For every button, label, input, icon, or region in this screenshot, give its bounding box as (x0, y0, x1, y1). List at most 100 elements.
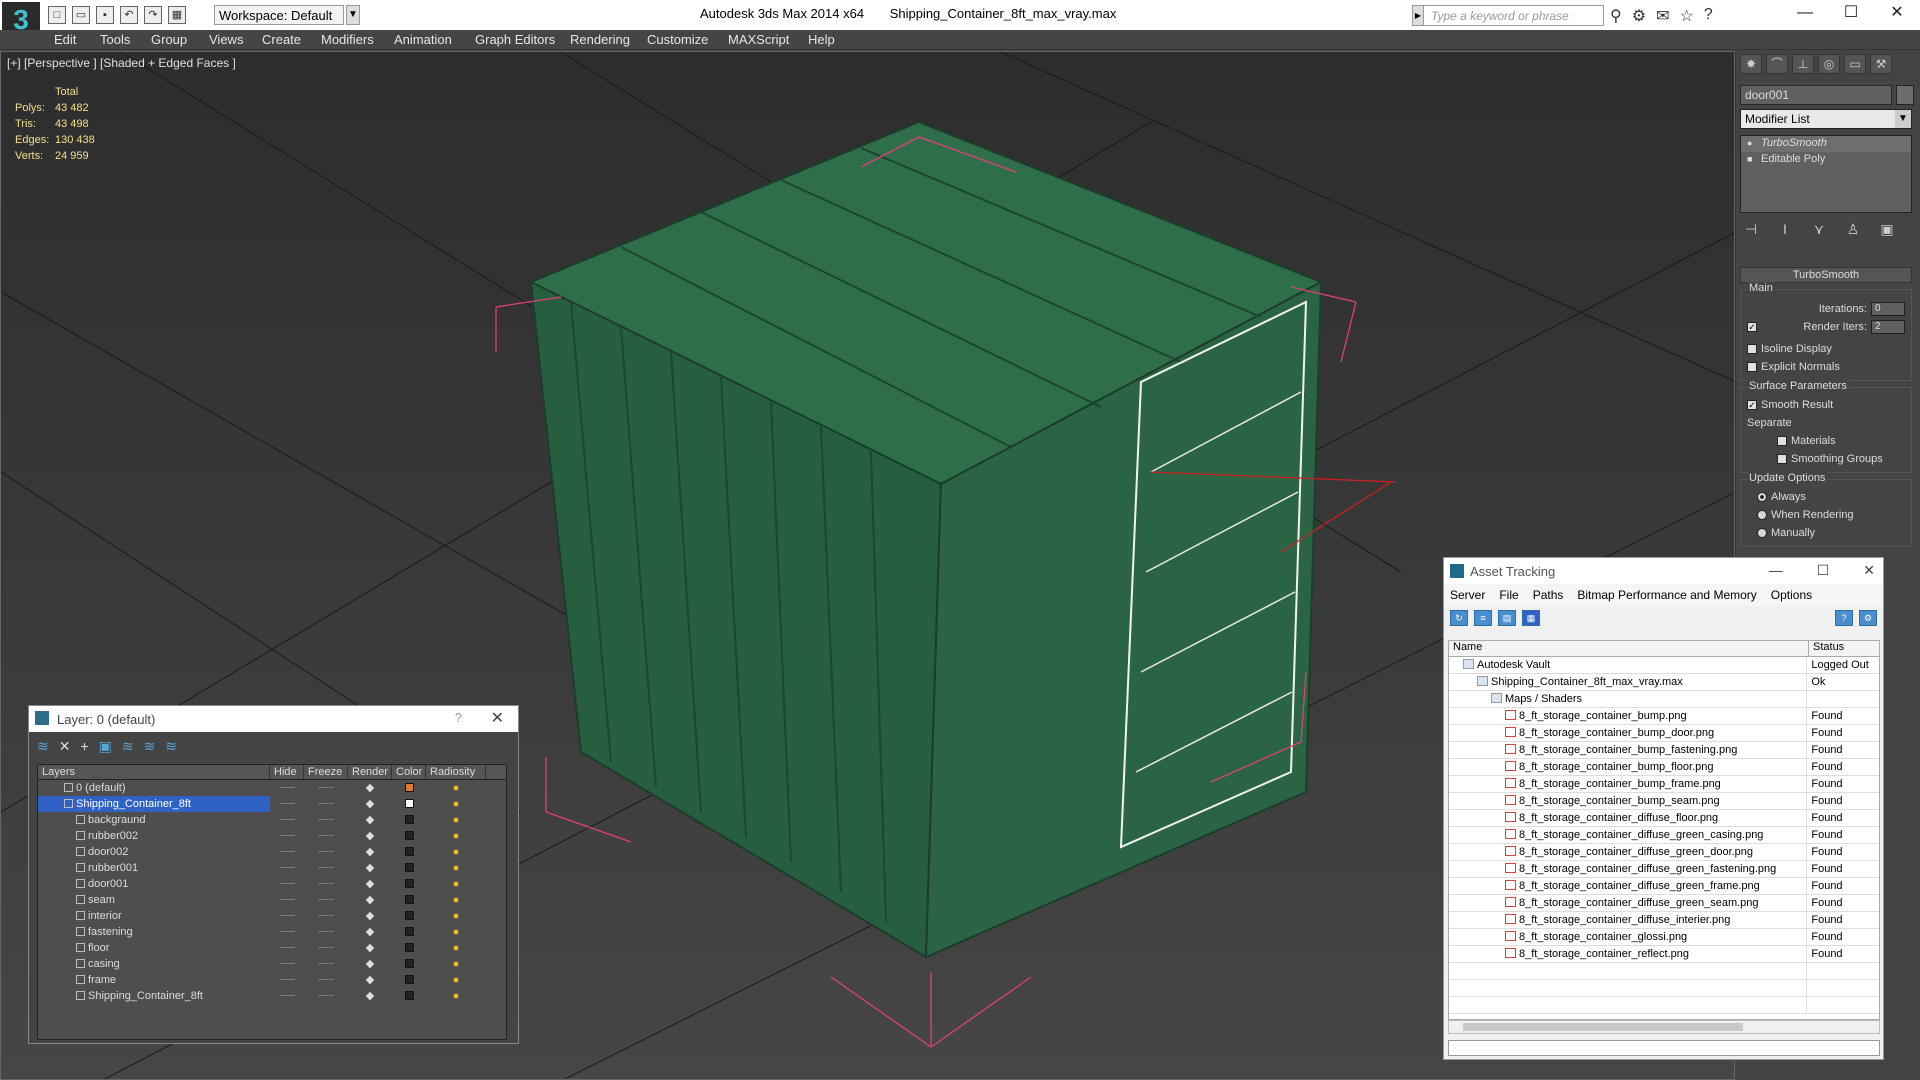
layer-color-swatch[interactable] (392, 908, 426, 924)
freeze-toggle[interactable]: ── (304, 908, 348, 924)
menu-animation[interactable]: Animation (394, 32, 452, 47)
layer-row[interactable]: fastening ── ── ◆ ● (38, 924, 506, 940)
save-file-icon[interactable]: ▪ (96, 6, 114, 24)
workspace-dropdown[interactable]: Workspace: Default (214, 5, 344, 25)
menu-edit[interactable]: Edit (54, 32, 76, 47)
layer-row[interactable]: frame ── ── ◆ ● (38, 972, 506, 988)
hide-toggle[interactable]: ── (270, 892, 304, 908)
freeze-toggle[interactable]: ── (304, 828, 348, 844)
minimize-icon[interactable]: — (1769, 562, 1783, 579)
create-layer-icon[interactable]: ≋ (37, 738, 49, 755)
freeze-toggle[interactable]: ── (304, 796, 348, 812)
asset-horizontal-scrollbar[interactable] (1448, 1020, 1880, 1034)
asset-row[interactable]: 8_ft_storage_container_diffuse_green_cas… (1449, 827, 1879, 844)
asset-row[interactable]: 8_ft_storage_container_bump_door.png Foun… (1449, 725, 1879, 742)
layer-row[interactable]: 0 (default) ── ── ◆ ● (38, 780, 506, 796)
asset-menu-server[interactable]: Server (1450, 588, 1485, 602)
freeze-toggle[interactable]: ── (304, 860, 348, 876)
close-icon[interactable]: ✕ (1874, 0, 1920, 28)
asset-row[interactable]: 8_ft_storage_container_diffuse_green_sea… (1449, 895, 1879, 912)
hide-toggle[interactable]: ── (270, 860, 304, 876)
render-teapot-icon[interactable]: ◆ (348, 924, 392, 940)
layer-color-swatch[interactable] (392, 780, 426, 796)
manually-radio[interactable] (1757, 528, 1767, 538)
list-view-icon[interactable]: ≡ (1474, 610, 1492, 626)
modify-tab-icon[interactable]: ⌒ (1766, 54, 1788, 74)
freeze-toggle[interactable]: ── (304, 876, 348, 892)
layer-color-swatch[interactable] (392, 844, 426, 860)
utilities-tab-icon[interactable]: ⚒ (1870, 54, 1892, 74)
layer-row[interactable]: interior ── ── ◆ ● (38, 908, 506, 924)
layer-color-swatch[interactable] (392, 988, 426, 1004)
render-teapot-icon[interactable]: ◆ (348, 780, 392, 796)
rollout-header[interactable]: TurboSmooth (1740, 267, 1912, 283)
layer-color-swatch[interactable] (392, 940, 426, 956)
favorites-star-icon[interactable]: ☆ (1679, 6, 1693, 26)
binoculars-icon[interactable]: ⚲ (1610, 6, 1622, 26)
hide-toggle[interactable]: ── (270, 940, 304, 956)
hide-toggle[interactable]: ── (270, 924, 304, 940)
menu-group[interactable]: Group (151, 32, 187, 47)
menu-customize[interactable]: Customize (647, 32, 708, 47)
search-expand-icon[interactable]: ▶ (1412, 5, 1424, 26)
menu-tools[interactable]: Tools (100, 32, 130, 47)
layer-color-swatch[interactable] (392, 828, 426, 844)
stack-item-turbosmooth[interactable]: ● TurboSmooth (1741, 136, 1911, 152)
asset-row[interactable]: 8_ft_storage_container_diffuse_green_fra… (1449, 878, 1879, 895)
layer-name[interactable]: door002 (38, 844, 270, 860)
layer-color-swatch[interactable] (392, 876, 426, 892)
show-end-result-icon[interactable]: Ι (1774, 221, 1796, 239)
scrollbar-thumb[interactable] (1463, 1023, 1743, 1031)
layer-row[interactable]: backgraund ── ── ◆ ● (38, 812, 506, 828)
asset-row[interactable]: 8_ft_storage_container_diffuse_interier.… (1449, 912, 1879, 929)
help-icon[interactable]: ? (1835, 610, 1853, 626)
hide-toggle[interactable]: ── (270, 908, 304, 924)
chevron-down-icon[interactable]: ▼ (346, 5, 360, 25)
options-icon[interactable]: ⚙ (1859, 610, 1877, 626)
freeze-toggle[interactable]: ── (304, 812, 348, 828)
hide-toggle[interactable]: ── (270, 828, 304, 844)
hierarchy-tab-icon[interactable]: ⊥ (1792, 54, 1814, 74)
radiosity-icon[interactable]: ● (426, 972, 486, 988)
render-teapot-icon[interactable]: ◆ (348, 972, 392, 988)
maximize-icon[interactable]: ☐ (1817, 562, 1830, 579)
layer-name[interactable]: seam (38, 892, 270, 908)
help-icon[interactable]: ? (1704, 6, 1713, 26)
new-file-icon[interactable]: □ (48, 6, 66, 24)
render-iters-checkbox[interactable]: ✓ (1747, 322, 1757, 332)
render-teapot-icon[interactable]: ◆ (348, 860, 392, 876)
hide-toggle[interactable]: ── (270, 956, 304, 972)
layer-name[interactable]: backgraund (38, 812, 270, 828)
col-render[interactable]: Render (348, 765, 392, 779)
expand-icon[interactable]: ■ (1747, 154, 1752, 164)
menu-rendering[interactable]: Rendering (570, 32, 630, 47)
project-folder-icon[interactable]: ▦ (168, 6, 186, 24)
hide-toggle[interactable]: ── (270, 876, 304, 892)
freeze-toggle[interactable]: ── (304, 924, 348, 940)
menu-help[interactable]: Help (808, 32, 835, 47)
maximize-icon[interactable]: ☐ (1828, 0, 1874, 28)
asset-menu-paths[interactable]: Paths (1533, 588, 1564, 602)
radiosity-icon[interactable]: ● (426, 828, 486, 844)
hide-all-icon[interactable]: ≋ (144, 738, 156, 755)
asset-row[interactable]: Autodesk Vault Logged Out (1449, 657, 1879, 674)
freeze-toggle[interactable]: ── (304, 892, 348, 908)
delete-layer-icon[interactable]: ✕ (59, 738, 71, 755)
close-icon[interactable]: ✕ (491, 708, 504, 728)
stack-item-editable-poly[interactable]: ■ Editable Poly (1741, 152, 1911, 168)
add-to-layer-icon[interactable]: + (80, 738, 88, 755)
object-name-field[interactable]: door001 (1740, 85, 1892, 105)
layer-name[interactable]: interior (38, 908, 270, 924)
iterations-spinner[interactable]: 0 (1871, 302, 1905, 316)
asset-menu-file[interactable]: File (1499, 588, 1518, 602)
layer-name[interactable]: rubber001 (38, 860, 270, 876)
minimize-icon[interactable]: — (1782, 0, 1828, 28)
layer-name[interactable]: door001 (38, 876, 270, 892)
asset-row[interactable]: 8_ft_storage_container_bump.png Found (1449, 708, 1879, 725)
open-file-icon[interactable]: ▭ (72, 6, 90, 24)
render-teapot-icon[interactable]: ◆ (348, 812, 392, 828)
col-name[interactable]: Name (1449, 641, 1809, 656)
asset-status-field[interactable] (1448, 1040, 1880, 1056)
hide-toggle[interactable]: ── (270, 844, 304, 860)
render-teapot-icon[interactable]: ◆ (348, 908, 392, 924)
